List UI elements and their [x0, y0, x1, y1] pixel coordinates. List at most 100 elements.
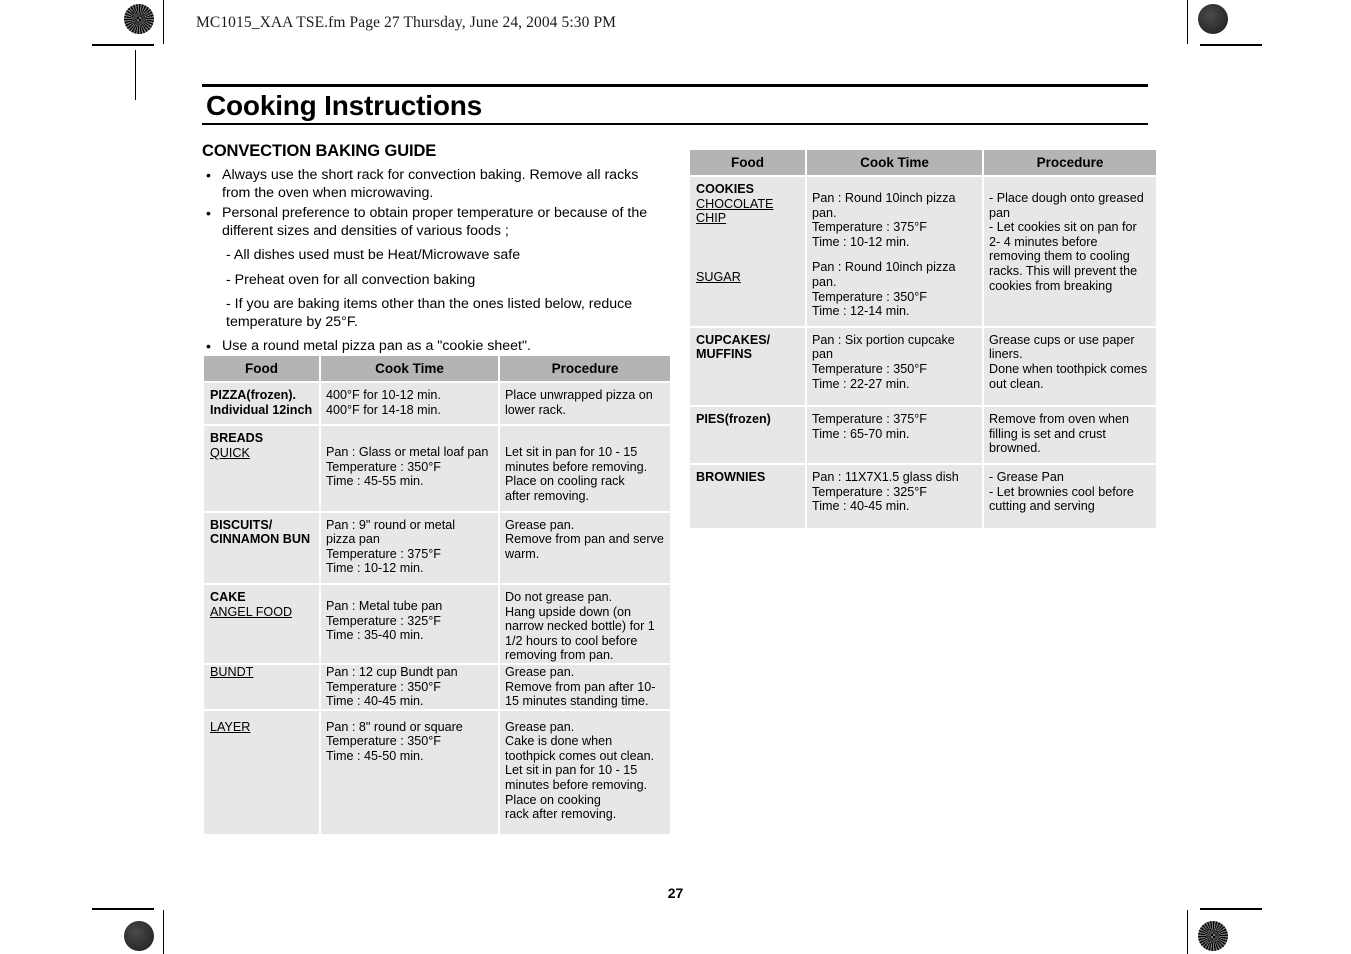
crop-line-left-vertical: [135, 50, 136, 100]
food-subtype-2: SUGAR: [696, 269, 741, 284]
bullet-dot-icon: •: [206, 205, 211, 221]
registration-crosshair-top-left: [164, 4, 190, 30]
registration-crosshair-bottom-left: [164, 921, 190, 947]
cell-procedure: Grease pan. Remove from pan and serve wa…: [500, 512, 670, 583]
cook-time-part-2: Pan : Round 10inch pizza pan. Temperatur…: [812, 260, 956, 319]
cell-cook-time: Pan : 12 cup Bundt pan Temperature : 350…: [321, 664, 498, 709]
registration-crosshair-mid-left: [124, 463, 150, 489]
table-row: CUPCAKES/ MUFFINS Pan : Six portion cupc…: [690, 327, 1156, 406]
cell-food: BUNDT: [204, 664, 319, 709]
registration-crosshair-bottom-right: [1151, 921, 1177, 947]
convection-baking-table-right: Food Cook Time Procedure COOKIES CHOCOLA…: [688, 148, 1158, 530]
table-row: PIZZA(frozen). Individual 12inch 400°F f…: [204, 383, 670, 425]
column-header-food: Food: [204, 356, 319, 381]
cell-procedure: Grease pan. Cake is done when toothpick …: [500, 710, 670, 834]
registration-crosshair-top-right: [1151, 4, 1177, 30]
cell-food: COOKIES CHOCOLATE CHIP SUGAR: [690, 177, 805, 326]
cell-food: PIZZA(frozen). Individual 12inch: [204, 383, 319, 425]
food-name: CAKE: [210, 589, 246, 604]
bullet-item: • Always use the short rack for convecti…: [202, 167, 668, 202]
cell-procedure: - Place dough onto greased pan - Let coo…: [984, 177, 1156, 326]
cell-procedure: Do not grease pan. Hang upside down (on …: [500, 584, 670, 663]
cell-cook-time: Temperature : 375°F Time : 65-70 min.: [807, 407, 982, 463]
food-name: BREADS: [210, 431, 264, 446]
food-subtype: BUNDT: [210, 664, 254, 679]
bullet-item: • Personal preference to obtain proper t…: [202, 205, 668, 240]
cell-procedure: Remove from oven when filling is set and…: [984, 407, 1156, 463]
crop-divider-top-right: [1187, 0, 1188, 44]
food-subtype: ANGEL FOOD: [210, 604, 293, 619]
cell-procedure: Let sit in pan for 10 - 15 minutes befor…: [500, 426, 670, 511]
sub-item-text: - Preheat oven for all convection baking: [226, 271, 476, 288]
document-page: MC1015_XAA TSE.fm Page 27 Thursday, June…: [0, 0, 1351, 954]
food-subtype: CHOCOLATE: [696, 196, 774, 211]
page-title-block: Cooking Instructions: [202, 84, 1148, 126]
row-spacer: [696, 226, 799, 270]
cell-cook-time: Pan : 8" round or square Temperature : 3…: [321, 710, 498, 834]
food-name: BISCUITS/: [210, 517, 273, 532]
cell-cook-time: Pan : 11X7X1.5 glass dish Temperature : …: [807, 464, 982, 528]
food-subtype: QUICK: [210, 445, 250, 460]
cell-procedure: Grease pan. Remove from pan after 10- 15…: [500, 664, 670, 709]
cook-time-spacer: [812, 249, 976, 260]
cell-food: BREADS QUICK: [204, 426, 319, 511]
table-row: BROWNIES Pan : 11X7X1.5 glass dish Tempe…: [690, 464, 1156, 528]
food-name-2: Individual 12inch: [210, 402, 313, 417]
column-header-procedure: Procedure: [984, 150, 1156, 175]
food-name: COOKIES: [696, 182, 755, 196]
crop-mark-lower-left-horizontal: [92, 908, 154, 910]
cell-food: BROWNIES: [690, 464, 805, 528]
cell-cook-time: Pan : Round 10inch pizza pan. Temperatur…: [807, 177, 982, 326]
table-row: CAKE ANGEL FOOD Pan : Metal tube pan Tem…: [204, 584, 670, 663]
bullet-text: Always use the short rack for convection…: [222, 167, 639, 201]
convection-baking-intro: CONVECTION BAKING GUIDE • Always use the…: [202, 142, 668, 359]
bullet-text: Personal preference to obtain proper tem…: [222, 205, 648, 239]
page-title: Cooking Instructions: [206, 90, 483, 121]
sub-item-text: - If you are baking items other than the…: [226, 296, 633, 330]
table-row: BUNDT Pan : 12 cup Bundt pan Temperature…: [204, 664, 670, 709]
food-subtype-cont: CHIP: [696, 211, 727, 226]
registration-crosshair-bottom-center: [661, 921, 687, 947]
food-name-2: CINNAMON BUN: [210, 532, 311, 547]
cell-food: CUPCAKES/ MUFFINS: [690, 327, 805, 406]
halftone-registration-circle-top-left: [124, 4, 154, 34]
food-name: PIZZA(frozen).: [210, 388, 297, 402]
food-name-2: MUFFINS: [696, 347, 752, 362]
cell-food: PIES(frozen): [690, 407, 805, 463]
document-file-header: MC1015_XAA TSE.fm Page 27 Thursday, June…: [196, 14, 617, 31]
registration-crosshair-corner-top-right: [1199, 50, 1225, 76]
cell-cook-time: Pan : 9" round or metal pizza pan Temper…: [321, 512, 498, 583]
cell-cook-time: 400°F for 10-12 min. 400°F for 14-18 min…: [321, 383, 498, 425]
bullet-dot-icon: •: [206, 167, 211, 183]
halftone-registration-circle-bottom-right: [1198, 921, 1228, 951]
cell-cook-time: Pan : Six portion cupcake pan Temperatur…: [807, 327, 982, 406]
crop-divider-bottom-right: [1187, 910, 1188, 954]
solid-registration-circle-top-right: [1198, 4, 1228, 34]
crop-mark-upper-left-horizontal: [92, 44, 154, 46]
cell-cook-time: Pan : Metal tube pan Temperature : 325°F…: [321, 584, 498, 663]
crop-mark-upper-right-horizontal: [1200, 44, 1262, 46]
registration-crosshair-mid-right: [1199, 463, 1225, 489]
cell-food: CAKE ANGEL FOOD: [204, 584, 319, 663]
table-row: COOKIES CHOCOLATE CHIP SUGAR Pan : Round…: [690, 177, 1156, 326]
cook-time-part-1: Pan : Round 10inch pizza pan. Temperatur…: [812, 191, 956, 249]
bullet-item: • Use a round metal pizza pan as a "cook…: [202, 338, 668, 356]
table-row: BREADS QUICK Pan : Glass or metal loaf p…: [204, 426, 670, 511]
cell-food: BISCUITS/ CINNAMON BUN: [204, 512, 319, 583]
crop-mark-lower-right-horizontal: [1200, 908, 1262, 910]
cell-cook-time: Pan : Glass or metal loaf pan Temperatur…: [321, 426, 498, 511]
column-header-food: Food: [690, 150, 805, 175]
solid-registration-circle-bottom-left: [124, 921, 154, 951]
column-header-procedure: Procedure: [500, 356, 670, 381]
table-header-row: Food Cook Time Procedure: [690, 150, 1156, 175]
table-header-row: Food Cook Time Procedure: [204, 356, 670, 381]
table-row: LAYER Pan : 8" round or square Temperatu…: [204, 710, 670, 834]
cell-procedure: Place unwrapped pizza on lower rack.: [500, 383, 670, 425]
table-row: PIES(frozen) Temperature : 375°F Time : …: [690, 407, 1156, 463]
column-header-cook-time: Cook Time: [807, 150, 982, 175]
title-rule-bottom: [202, 123, 1148, 126]
column-header-cook-time: Cook Time: [321, 356, 498, 381]
section-heading: CONVECTION BAKING GUIDE: [202, 142, 437, 160]
convection-baking-table-left: Food Cook Time Procedure PIZZA(frozen). …: [202, 354, 672, 836]
cell-procedure: - Grease Pan - Let brownies cool before …: [984, 464, 1156, 528]
